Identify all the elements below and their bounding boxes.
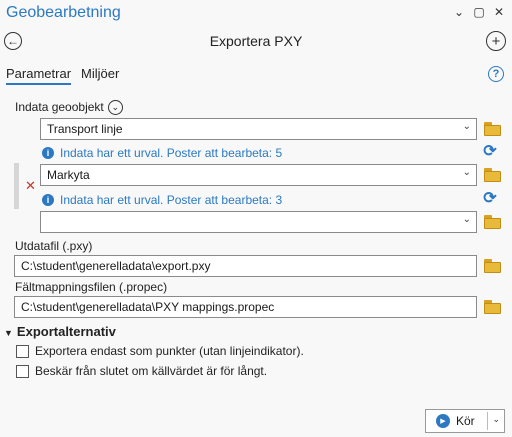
chevron-down-icon: ⌄: [462, 167, 471, 178]
option-truncate[interactable]: Beskär från slutet om källvärdet är för …: [16, 364, 267, 378]
chevron-down-icon[interactable]: ⌄: [452, 5, 466, 19]
folder-icon[interactable]: [484, 168, 502, 182]
tool-header: ← Exportera PXY +: [0, 30, 512, 54]
maximize-icon[interactable]: ▢: [472, 5, 486, 19]
refresh-icon[interactable]: ⟳: [482, 191, 498, 207]
folder-icon[interactable]: [484, 259, 502, 273]
run-button[interactable]: ▶ Kör ⌄: [425, 409, 505, 433]
chevron-down-icon: ⌄: [462, 121, 471, 132]
caret-down-icon: ▼: [4, 328, 13, 338]
chevron-down-icon: ⌄: [462, 214, 471, 225]
close-icon[interactable]: ✕: [492, 5, 506, 19]
selection-bar: [14, 163, 19, 209]
tab-miljoer[interactable]: Miljöer: [81, 66, 119, 85]
info-icon: i: [42, 147, 54, 159]
tab-parametrar[interactable]: Parametrar: [6, 66, 72, 85]
folder-icon[interactable]: [484, 300, 502, 314]
chevron-down-icon[interactable]: ⌄: [492, 414, 500, 425]
output-label: Utdatafil (.pxy): [15, 239, 93, 253]
indata-dropdown-1[interactable]: Transport linje ⌄: [40, 118, 477, 140]
folder-icon[interactable]: [484, 122, 502, 136]
option-points-only[interactable]: Exportera endast som punkter (utan linje…: [16, 344, 304, 358]
mapping-path-field[interactable]: C:\student\generelladata\PXY mappings.pr…: [14, 296, 477, 318]
output-path-field[interactable]: C:\student\generelladata\export.pxy: [14, 255, 477, 277]
tool-title: Exportera PXY: [209, 33, 303, 49]
tab-bar: Parametrar Miljöer: [6, 66, 119, 85]
indata-info-1: i Indata har ett urval. Poster att bearb…: [42, 146, 282, 160]
window-controls: ⌄ ▢ ✕: [452, 5, 506, 19]
folder-icon[interactable]: [484, 215, 502, 229]
remove-icon[interactable]: ✕: [25, 178, 36, 194]
export-options-header[interactable]: ▼ Exportalternativ: [4, 324, 116, 339]
indata-label: Indata geoobjekt ⌄: [15, 100, 123, 116]
info-icon: i: [42, 194, 54, 206]
mapping-label: Fältmappningsfilen (.propec): [15, 280, 168, 294]
add-icon[interactable]: +: [486, 31, 506, 51]
indata-info-2: i Indata har ett urval. Poster att bearb…: [42, 193, 282, 207]
pane-title: Geobearbetning: [6, 4, 121, 21]
indata-dropdown-2[interactable]: Markyta ⌄: [40, 164, 477, 186]
refresh-icon[interactable]: ⟳: [482, 144, 498, 160]
help-icon[interactable]: ?: [488, 66, 504, 82]
checkbox[interactable]: [16, 364, 29, 378]
play-icon: ▶: [436, 414, 450, 428]
chevron-down-icon[interactable]: ⌄: [107, 100, 123, 116]
indata-dropdown-3[interactable]: ⌄: [40, 211, 477, 233]
checkbox[interactable]: [16, 344, 29, 358]
